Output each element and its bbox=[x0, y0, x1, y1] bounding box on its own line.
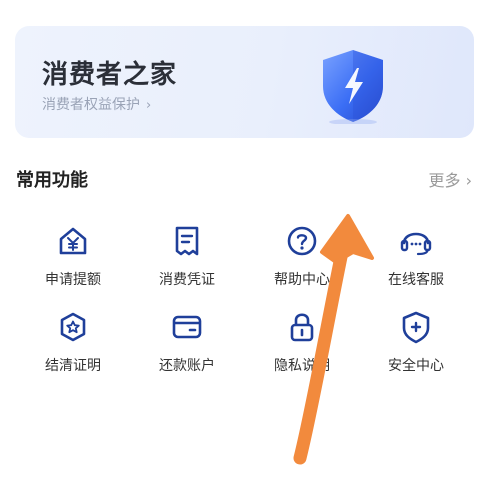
banner-subtitle-link[interactable]: 消费者权益保护 › bbox=[42, 94, 151, 114]
more-link[interactable]: 更多 › bbox=[429, 167, 473, 191]
help-circle-icon bbox=[287, 226, 317, 256]
function-label: 申请提额 bbox=[45, 272, 101, 288]
house-yen-icon bbox=[59, 227, 87, 255]
function-repayment-account[interactable]: 还款账户 bbox=[132, 307, 242, 375]
chevron-right-icon: › bbox=[146, 98, 152, 113]
banner-title: 消费者之家 bbox=[42, 60, 178, 90]
lock-icon bbox=[290, 313, 314, 342]
badge-star-icon bbox=[60, 312, 86, 342]
section-title: 常用功能 bbox=[16, 170, 88, 191]
function-security-center[interactable]: 安全中心 bbox=[361, 307, 471, 375]
function-label: 还款账户 bbox=[159, 358, 215, 374]
function-privacy-statement[interactable]: 隐私说明 bbox=[247, 307, 357, 375]
banner-subtitle: 消费者权益保护 bbox=[42, 97, 140, 113]
receipt-icon bbox=[175, 226, 199, 256]
shield-lightning-icon bbox=[323, 50, 383, 124]
function-label: 隐私说明 bbox=[274, 358, 330, 374]
consumer-home-banner[interactable]: 消费者之家 消费者权益保护 › bbox=[15, 26, 474, 138]
function-help-center[interactable]: 帮助中心 bbox=[247, 221, 357, 289]
headset-icon bbox=[400, 232, 432, 256]
function-apply-limit-increase[interactable]: 申请提额 bbox=[18, 221, 128, 289]
wallet-card-icon bbox=[172, 315, 202, 339]
function-consumption-voucher[interactable]: 消费凭证 bbox=[132, 221, 242, 289]
function-label: 消费凭证 bbox=[159, 272, 215, 288]
function-online-service[interactable]: 在线客服 bbox=[361, 221, 471, 289]
function-label: 帮助中心 bbox=[274, 272, 330, 288]
shield-plus-icon bbox=[402, 311, 430, 344]
function-label: 在线客服 bbox=[388, 272, 444, 288]
function-label: 安全中心 bbox=[388, 358, 444, 374]
function-settlement-certificate[interactable]: 结清证明 bbox=[18, 307, 128, 375]
function-label: 结清证明 bbox=[45, 358, 101, 374]
